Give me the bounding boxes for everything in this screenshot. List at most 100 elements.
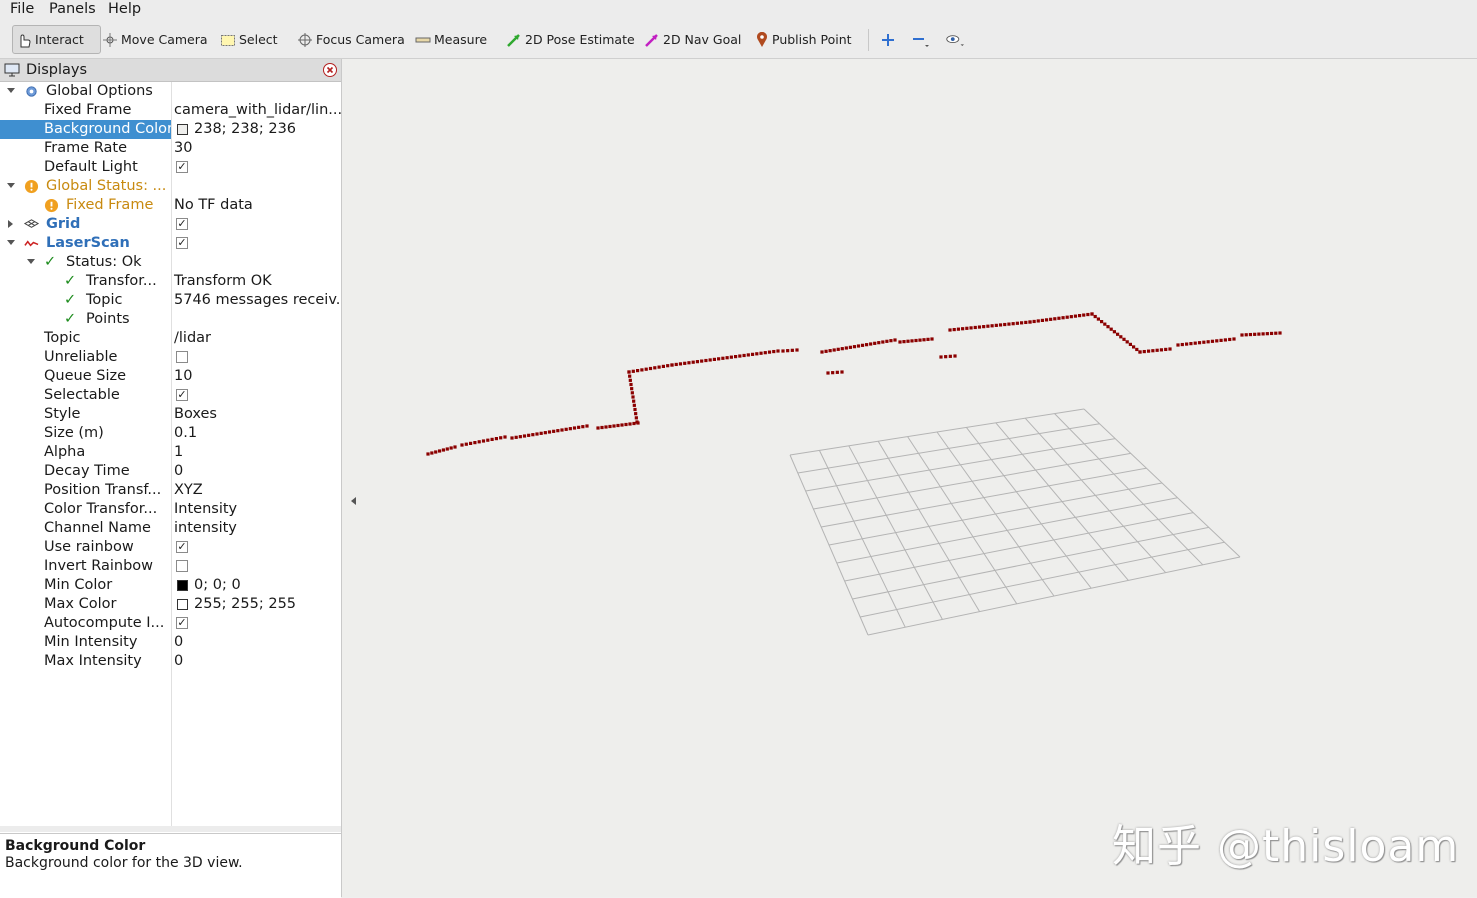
scan-point <box>721 356 725 360</box>
size-value[interactable]: 0.1 <box>172 424 341 443</box>
tree-row-autocompute-intensity[interactable]: Autocompute I... ✓ <box>0 614 341 633</box>
scan-point <box>1061 316 1065 320</box>
publish-point-tool-button[interactable]: Publish Point <box>755 27 852 52</box>
fixed-frame-value[interactable]: camera_with_lidar/lin... <box>172 101 341 120</box>
scan-point <box>1155 348 1159 352</box>
style-value[interactable]: Boxes <box>172 405 341 424</box>
color-transformer-value[interactable]: Intensity <box>172 500 341 519</box>
panel-splitter[interactable] <box>0 826 341 832</box>
scan-point <box>869 342 873 346</box>
tree-row-status-ok[interactable]: ✓ Status: Ok <box>0 253 341 272</box>
tree-row-decay-time[interactable]: Decay Time 0 <box>0 462 341 481</box>
alpha-value[interactable]: 1 <box>172 443 341 462</box>
min-color-value[interactable]: 0; 0; 0 <box>172 576 341 595</box>
interact-tool-button[interactable]: Interact <box>12 25 101 54</box>
scan-point <box>844 346 848 350</box>
grid-icon <box>24 219 39 228</box>
tree-row-min-intensity[interactable]: Min Intensity 0 <box>0 633 341 652</box>
scan-point <box>1197 341 1202 345</box>
min-intensity-value[interactable]: 0 <box>172 633 341 652</box>
tree-row-queue-size[interactable]: Queue Size 10 <box>0 367 341 386</box>
scan-point <box>568 427 572 431</box>
add-tool-button[interactable] <box>878 27 900 52</box>
scan-point <box>865 343 869 347</box>
nav-goal-tool-button[interactable]: 2D Nav Goal <box>644 27 741 52</box>
tree-row-transform-status[interactable]: ✓ Transfor... Transform OK <box>0 272 341 291</box>
background-color-value[interactable]: 238; 238; 236 <box>172 120 341 139</box>
tree-row-global-options[interactable]: Global Options <box>0 82 341 101</box>
expand-arrow-icon[interactable] <box>7 88 15 93</box>
tree-row-background-color[interactable]: Background Color 238; 238; 236 <box>0 120 341 139</box>
scan-point <box>1189 342 1193 346</box>
tree-row-topic[interactable]: Topic /lidar <box>0 329 341 348</box>
menu-panels[interactable]: Panels <box>49 1 96 17</box>
scan-point <box>430 451 434 455</box>
tree-row-unreliable[interactable]: Unreliable <box>0 348 341 367</box>
grid-checkbox[interactable]: ✓ <box>176 218 188 230</box>
tree-row-selectable[interactable]: Selectable ✓ <box>0 386 341 405</box>
tree-row-max-color[interactable]: Max Color 255; 255; 255 <box>0 595 341 614</box>
position-transformer-value[interactable]: XYZ <box>172 481 341 500</box>
select-tool-button[interactable]: Select <box>220 27 278 52</box>
tree-row-grid[interactable]: Grid ✓ <box>0 215 341 234</box>
tree-row-style[interactable]: Style Boxes <box>0 405 341 424</box>
frame-rate-value[interactable]: 30 <box>172 139 341 158</box>
tree-row-alpha[interactable]: Alpha 1 <box>0 443 341 462</box>
view-options-button[interactable] <box>945 27 967 52</box>
pose-estimate-tool-button[interactable]: 2D Pose Estimate <box>506 27 635 52</box>
invert-rainbow-checkbox[interactable] <box>176 560 188 572</box>
tree-row-min-color[interactable]: Min Color 0; 0; 0 <box>0 576 341 595</box>
tree-row-global-status[interactable]: Global Status: ... <box>0 177 341 196</box>
expand-arrow-icon[interactable] <box>7 183 15 188</box>
tree-row-color-transformer[interactable]: Color Transfor... Intensity <box>0 500 341 519</box>
queue-size-value[interactable]: 10 <box>172 367 341 386</box>
selectable-checkbox[interactable]: ✓ <box>176 389 188 401</box>
tree-row-position-transformer[interactable]: Position Transf... XYZ <box>0 481 341 500</box>
collapse-panel-arrow-icon[interactable] <box>351 497 356 505</box>
topic-value[interactable]: /lidar <box>172 329 341 348</box>
close-panel-button[interactable] <box>323 63 337 77</box>
autocompute-intensity-checkbox[interactable]: ✓ <box>176 617 188 629</box>
tree-row-laserscan[interactable]: LaserScan ✓ <box>0 234 341 253</box>
scan-point <box>564 427 568 431</box>
tree-row-fixed-frame-status[interactable]: Fixed Frame No TF data <box>0 196 341 215</box>
render-3d-view[interactable] <box>342 59 1477 897</box>
menu-help[interactable]: Help <box>108 1 141 17</box>
laserscan-checkbox[interactable]: ✓ <box>176 237 188 249</box>
scan-point <box>1168 347 1172 351</box>
tree-row-invert-rainbow[interactable]: Invert Rainbow <box>0 557 341 576</box>
scan-point <box>477 440 481 444</box>
tree-row-fixed-frame[interactable]: Fixed Frame camera_with_lidar/lin... <box>0 101 341 120</box>
tree-label: Fixed Frame <box>44 102 132 118</box>
scan-point <box>734 355 738 359</box>
tree-row-frame-rate[interactable]: Frame Rate 30 <box>0 139 341 158</box>
move-camera-tool-button[interactable]: Move Camera <box>102 27 208 52</box>
menu-file[interactable]: File <box>10 1 34 17</box>
tree-row-use-rainbow[interactable]: Use rainbow ✓ <box>0 538 341 557</box>
scan-point <box>632 421 636 426</box>
scene-canvas[interactable] <box>342 59 1477 897</box>
tree-label: Min Color <box>44 577 113 593</box>
expand-arrow-icon[interactable] <box>27 259 35 264</box>
tree-row-max-intensity[interactable]: Max Intensity 0 <box>0 652 341 671</box>
tree-row-topic-status[interactable]: ✓ Topic 5746 messages receiv... <box>0 291 341 310</box>
remove-tool-button[interactable] <box>911 27 933 52</box>
use-rainbow-checkbox[interactable]: ✓ <box>176 541 188 553</box>
scan-point <box>608 424 612 429</box>
scan-point <box>1024 320 1028 325</box>
max-intensity-value[interactable]: 0 <box>172 652 341 671</box>
expand-arrow-icon[interactable] <box>7 240 15 245</box>
default-light-checkbox[interactable]: ✓ <box>176 161 188 173</box>
tree-row-points-status[interactable]: ✓ Points <box>0 310 341 329</box>
tree-row-default-light[interactable]: Default Light ✓ <box>0 158 341 177</box>
channel-name-value[interactable]: intensity <box>172 519 341 538</box>
tree-row-channel-name[interactable]: Channel Name intensity <box>0 519 341 538</box>
focus-camera-tool-button[interactable]: Focus Camera <box>297 27 405 52</box>
measure-tool-button[interactable]: Measure <box>415 27 487 52</box>
tree-row-size[interactable]: Size (m) 0.1 <box>0 424 341 443</box>
scan-point <box>746 353 750 357</box>
max-color-value[interactable]: 255; 255; 255 <box>172 595 341 614</box>
expand-arrow-icon[interactable] <box>8 220 13 228</box>
decay-time-value[interactable]: 0 <box>172 462 341 481</box>
unreliable-checkbox[interactable] <box>176 351 188 363</box>
